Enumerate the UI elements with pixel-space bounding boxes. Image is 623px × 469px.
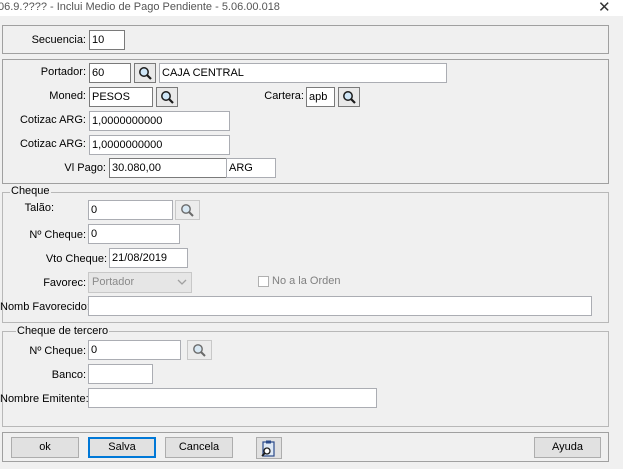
- no-orden-checkbox[interactable]: [258, 276, 269, 287]
- tercero-numero-label: Nº Cheque:: [29, 345, 86, 357]
- portador-name-field: CAJA CENTRAL: [159, 63, 447, 83]
- vl-pago-currency: ARG: [226, 158, 276, 178]
- vl-pago-input[interactable]: 30.080,00: [109, 158, 228, 178]
- talao-label: Talão:: [24, 202, 54, 214]
- vl-pago-label: Vl Pago:: [64, 162, 106, 174]
- tercero-numero-input[interactable]: 0: [88, 340, 181, 360]
- banco-input[interactable]: [88, 364, 153, 384]
- title-bar: 06.9.???? - Inclui Medio de Pago Pendien…: [0, 0, 623, 16]
- cotizac1-label: Cotizac ARG:: [19, 114, 86, 126]
- nomb-favorecido-label: Nomb Favorecido:: [0, 301, 90, 313]
- talao-lookup-button[interactable]: [175, 200, 200, 220]
- cotizac2-input[interactable]: 1,0000000000: [89, 135, 230, 155]
- magnifier-icon: [343, 91, 356, 104]
- tool-button[interactable]: [256, 437, 282, 459]
- window-title: 06.9.???? - Inclui Medio de Pago Pendien…: [0, 1, 280, 13]
- no-orden-label: No a la Orden: [272, 275, 341, 287]
- magnifier-icon: [139, 67, 152, 80]
- cheque-numero-label: Nº Cheque:: [29, 229, 86, 241]
- magnifier-icon: [161, 91, 174, 104]
- ayuda-button[interactable]: Ayuda: [534, 437, 601, 458]
- favorec-value: Portador: [92, 276, 135, 288]
- ok-button[interactable]: ok: [11, 437, 79, 458]
- favorec-label: Favorec:: [43, 277, 86, 289]
- moned-input[interactable]: PESOS: [89, 87, 153, 107]
- portador-label: Portador:: [40, 66, 86, 78]
- tercero-lookup-button[interactable]: [187, 340, 212, 360]
- cartera-input[interactable]: apb: [306, 87, 335, 107]
- cheque-numero-input[interactable]: 0: [88, 224, 180, 244]
- magnifier-icon: [181, 204, 194, 217]
- secuencia-label: Secuencia:: [31, 34, 86, 46]
- cartera-lookup-button[interactable]: [338, 87, 360, 107]
- vto-cheque-label: Vto Cheque:: [45, 253, 107, 265]
- portador-code-input[interactable]: 60: [89, 63, 131, 83]
- tercero-legend: Cheque de tercero: [16, 325, 110, 337]
- moned-label: Moned:: [49, 90, 86, 102]
- cheque-legend: Cheque: [10, 185, 51, 197]
- cotizac2-label: Cotizac ARG:: [19, 138, 86, 150]
- nombre-emitente-input[interactable]: [88, 388, 377, 408]
- magnifier-icon: [193, 344, 206, 357]
- salva-button[interactable]: Salva: [88, 437, 156, 458]
- talao-input[interactable]: 0: [88, 200, 173, 220]
- secuencia-input[interactable]: 10: [89, 30, 125, 50]
- close-icon[interactable]: ✕: [598, 0, 611, 16]
- chevron-down-icon: [177, 279, 187, 285]
- banco-label: Banco:: [51, 369, 86, 381]
- portador-lookup-button[interactable]: [134, 63, 156, 83]
- favorec-select: Portador: [88, 272, 192, 293]
- cotizac1-input[interactable]: 1,0000000000: [89, 111, 230, 131]
- cancela-button[interactable]: Cancela: [165, 437, 233, 458]
- vto-cheque-input[interactable]: 21/08/2019: [109, 248, 188, 268]
- nomb-favorecido-input[interactable]: [88, 296, 592, 316]
- nombre-emitente-label: Nombre Emitente:: [0, 393, 89, 405]
- clipboard-search-icon: [261, 440, 275, 457]
- moned-lookup-button[interactable]: [156, 87, 178, 107]
- cartera-label: Cartera:: [264, 90, 304, 102]
